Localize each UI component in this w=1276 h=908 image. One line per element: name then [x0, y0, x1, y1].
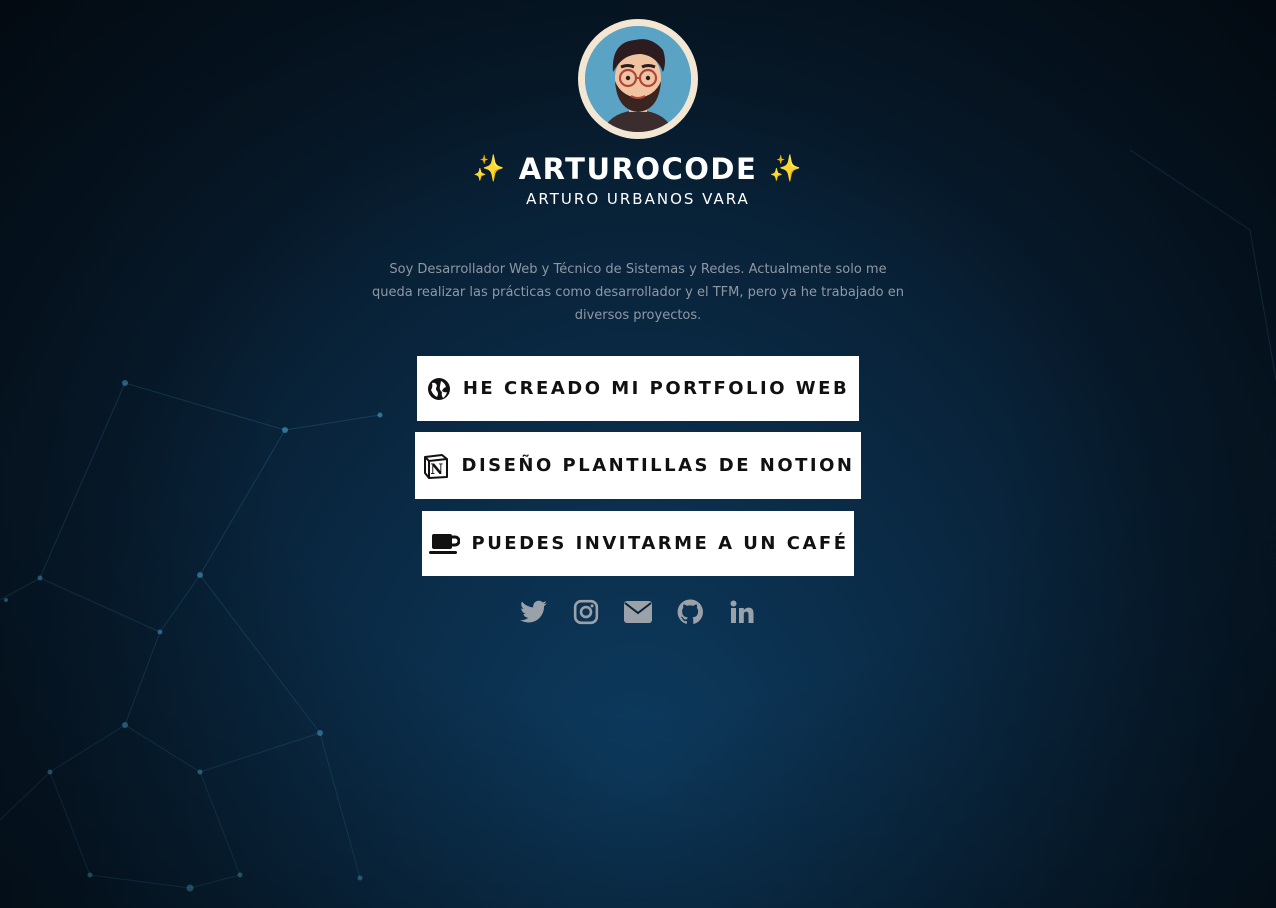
buy-coffee-label: PUEDES INVITARME A UN CAFÉ [471, 533, 849, 554]
buy-coffee-button[interactable]: PUEDES INVITARME A UN CAFÉ [422, 511, 854, 576]
sparkles-icon: ✨ [472, 154, 507, 184]
social-links [520, 598, 756, 626]
portfolio-link-label: HE CREADO MI PORTFOLIO WEB [462, 378, 850, 399]
svg-text:N: N [430, 462, 445, 478]
full-name: ARTURO URBANOS VARA [526, 190, 750, 208]
twitter-icon [520, 600, 547, 623]
profile-card: ✨ ARTUROCODE ✨ ARTURO URBANOS VARA Soy D… [0, 0, 1276, 626]
github-link[interactable] [676, 598, 704, 626]
twitter-link[interactable] [520, 598, 548, 626]
avatar [578, 19, 698, 139]
avatar-image [585, 26, 691, 132]
linkedin-icon [730, 600, 754, 623]
email-icon [624, 601, 652, 623]
coffee-icon [428, 532, 460, 556]
github-icon [677, 599, 703, 624]
instagram-link[interactable] [572, 598, 600, 626]
globe-icon [427, 377, 451, 401]
portfolio-link-button[interactable]: HE CREADO MI PORTFOLIO WEB [417, 356, 859, 421]
notion-icon: N [422, 452, 450, 480]
notion-templates-button[interactable]: N DISEÑO PLANTILLAS DE NOTION [415, 432, 861, 499]
linkedin-link[interactable] [728, 598, 756, 626]
email-link[interactable] [624, 598, 652, 626]
instagram-icon [573, 599, 599, 625]
notion-templates-label: DISEÑO PLANTILLAS DE NOTION [461, 455, 855, 476]
page-title: ✨ ARTUROCODE ✨ [473, 152, 803, 186]
handle: ARTUROCODE [518, 152, 758, 186]
sparkles-icon: ✨ [769, 154, 804, 184]
bio-text: Soy Desarrollador Web y Técnico de Siste… [372, 262, 904, 323]
